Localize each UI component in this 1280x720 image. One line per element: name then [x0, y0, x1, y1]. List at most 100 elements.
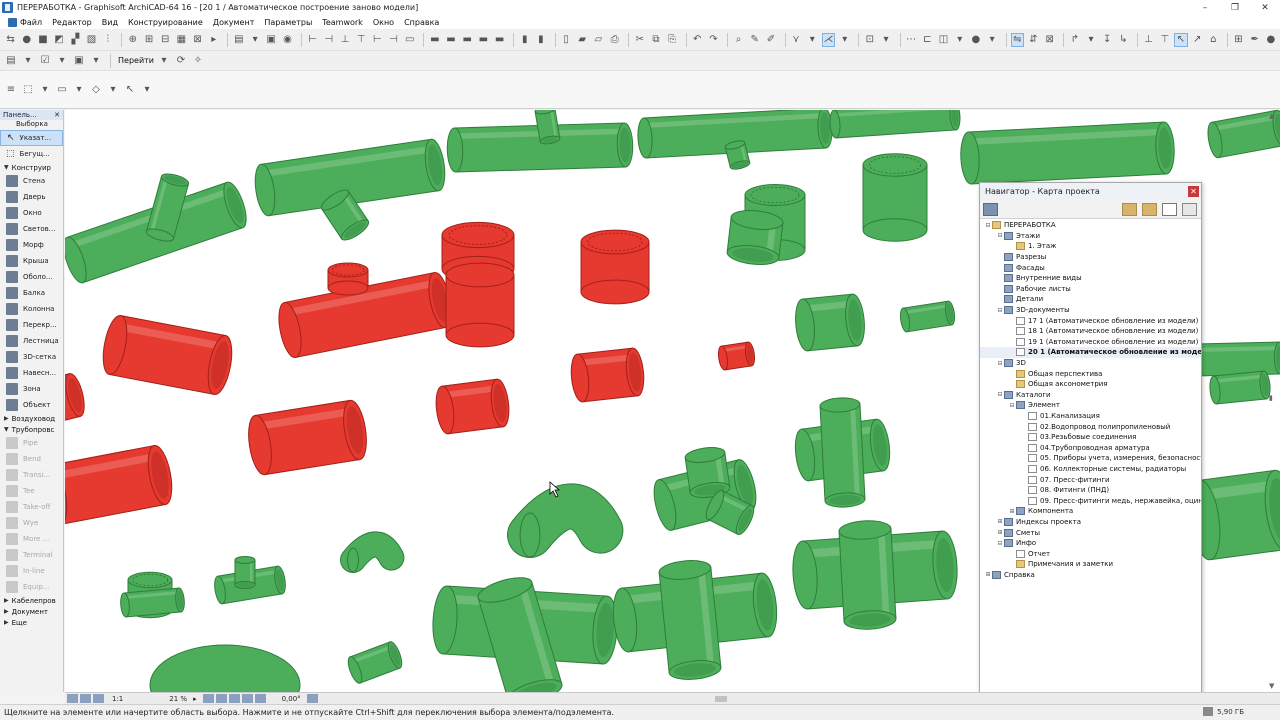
tree-expander-icon[interactable]: ⊟ [984, 222, 992, 229]
toolbar-tool-icon[interactable]: ● [1264, 33, 1277, 47]
minimize-button[interactable]: – [1190, 0, 1220, 15]
tree-item[interactable]: Рабочие листы [980, 284, 1201, 295]
tree-item[interactable]: 20 1 (Автоматическое обновление из моде [980, 347, 1201, 358]
fitting-cross-green[interactable] [791, 519, 960, 630]
toolbar-tool-icon[interactable]: ▬ [461, 33, 474, 47]
toolbar-tool-icon[interactable]: ▬ [477, 33, 490, 47]
zoom-arrow-icon[interactable]: ▸ [193, 695, 197, 703]
toolbar-tool-icon[interactable]: ⊢ [371, 33, 384, 47]
toolbar-tool-icon[interactable]: ◉ [281, 33, 294, 47]
toolbar-tool-icon[interactable]: ▤ [232, 33, 245, 47]
fitting-coupling-red[interactable] [245, 399, 370, 477]
toolbar-tool-icon[interactable]: ⧉ [649, 33, 662, 47]
close-button[interactable]: ✕ [1250, 0, 1280, 15]
marquee-tool[interactable]: ⬚ Бегущ... [0, 146, 63, 162]
toolbar-tool-icon[interactable]: ▦ [175, 33, 188, 47]
toolbar-tool-icon[interactable]: ▸ [207, 33, 220, 47]
toolbar-tool-icon[interactable]: ▧ [85, 33, 98, 47]
toolbar-tool-icon[interactable]: ⊕ [126, 33, 139, 47]
tree-item[interactable]: 07. Пресс-фитинги [980, 474, 1201, 485]
tree-item[interactable]: 03.Резьбовые соединения [980, 432, 1201, 443]
tree-item[interactable]: ⊟ Элемент [980, 400, 1201, 411]
design-tool-4[interactable]: Светов... [0, 221, 63, 237]
angle-value[interactable]: 0,00° [282, 695, 301, 703]
dropdown-arrow-icon[interactable]: ▾ [106, 83, 120, 97]
fitting-pipe-red[interactable] [65, 444, 176, 527]
design-tool-10[interactable]: Перекр... [0, 317, 63, 333]
tree-item[interactable]: 19 1 (Автоматическое обновление из модел… [980, 337, 1201, 348]
tree-expander-icon[interactable]: ⊟ [996, 540, 1004, 547]
toolbar-tool-icon[interactable]: ⋯ [905, 33, 918, 47]
pipe-tool-2[interactable]: Bend [0, 451, 63, 467]
scale-value[interactable]: 1:1 [112, 695, 123, 703]
toolbar-tool-icon[interactable]: ⋌ [821, 32, 836, 47]
toolbar-tool-icon[interactable]: ⇵ [1027, 33, 1040, 47]
tree-item[interactable]: ⊟ 3D [980, 358, 1201, 369]
tree-item[interactable]: 01.Канализация [980, 411, 1201, 422]
maximize-button[interactable]: ❐ [1220, 0, 1250, 15]
design-tool-1[interactable]: Стена [0, 173, 63, 189]
zoom-icon[interactable] [80, 694, 91, 703]
fitting-coupling-green[interactable] [793, 293, 866, 352]
fit-icon[interactable] [228, 694, 240, 703]
viewport-horizontal-scroll-thumb[interactable] [715, 696, 727, 702]
pipe-tool-5[interactable]: Take-off [0, 499, 63, 515]
toolbar-tool-icon[interactable]: ↳ [1117, 33, 1130, 47]
design-tool-9[interactable]: Колонна [0, 301, 63, 317]
orientation-icon[interactable] [93, 694, 104, 703]
menu-help[interactable]: Справка [404, 18, 439, 27]
menu-window[interactable]: Окно [373, 18, 394, 27]
toolbar-tool-icon[interactable]: ✂ [633, 33, 646, 47]
toolbar-tool-icon[interactable]: ▞ [69, 33, 82, 47]
cable-group-header[interactable]: ▶ Кабелепров [0, 595, 63, 606]
pipes-group-header[interactable]: ▼ Трубопровс [0, 424, 63, 435]
fitting-bend-red[interactable] [99, 314, 236, 397]
dropdown-arrow-icon[interactable]: ▾ [72, 83, 86, 97]
menu-file[interactable]: Файл [20, 18, 42, 27]
tree-item[interactable]: 05. Приборы учета, измерения, безопаснос… [980, 453, 1201, 464]
walk-icon[interactable]: ✧ [191, 54, 205, 68]
fit-in-window-icon[interactable] [67, 694, 78, 703]
design-tool-13[interactable]: Навесн... [0, 365, 63, 381]
tree-item[interactable]: ⊞ Индексы проекта [980, 517, 1201, 528]
document-group-header[interactable]: ▶ Документ [0, 606, 63, 617]
pipe-tool-9[interactable]: In-line [0, 563, 63, 579]
view-map-dropdown-icon[interactable] [983, 202, 998, 216]
design-tool-11[interactable]: Лестница [0, 333, 63, 349]
tree-item[interactable]: Внутренние виды [980, 273, 1201, 284]
toolbar-tool-icon[interactable]: ⊤ [355, 33, 368, 47]
pipe-tool-7[interactable]: More ... [0, 531, 63, 547]
toolbar-tool-icon[interactable]: ⇆ [4, 33, 17, 47]
toolbar-tool-icon[interactable]: ⎘ [666, 33, 679, 47]
tree-item[interactable]: ⊞ Компонента [980, 506, 1201, 517]
tree-expander-icon[interactable]: ⊞ [996, 529, 1004, 536]
toolbar-tool-icon[interactable]: ⊣ [322, 33, 335, 47]
tree-item[interactable]: 06. Коллекторные системы, радиаторы [980, 464, 1201, 475]
view-map-icon[interactable] [1142, 203, 1157, 216]
toolbar-tool-icon[interactable]: ▯ [559, 33, 572, 47]
fitting-tee-green[interactable] [65, 172, 251, 286]
tree-item[interactable]: Детали [980, 294, 1201, 305]
tree-item[interactable]: 09. Пресс-фитинги медь, нержавейка, оцин… [980, 495, 1201, 506]
fitting-cap-red[interactable] [580, 229, 650, 305]
menu-design[interactable]: Конструирование [128, 18, 203, 27]
tree-expander-icon[interactable]: ⊟ [996, 307, 1004, 314]
tree-item[interactable]: Разрезы [980, 252, 1201, 263]
toolbar-tool-icon[interactable]: ▾ [838, 33, 851, 47]
tree-item[interactable]: ⊟ Этажи [980, 231, 1201, 242]
toolbar-tool-icon[interactable]: ▾ [985, 33, 998, 47]
menu-view[interactable]: Вид [102, 18, 118, 27]
toolbar-tool-icon[interactable]: ⫶ [101, 33, 114, 47]
toolbar-tool-icon[interactable]: ⊟ [159, 33, 172, 47]
toolbar-tool-icon[interactable]: ↱ [1068, 33, 1081, 47]
menu-teamwork[interactable]: Teamwork [322, 18, 363, 27]
checkbox-icon[interactable]: ☑ [38, 54, 52, 68]
toolbar-tool-icon[interactable]: ● [20, 33, 33, 47]
design-tool-8[interactable]: Балка [0, 285, 63, 301]
toolbar-tool-icon[interactable]: ▬ [493, 33, 506, 47]
tree-item[interactable]: 18 1 (Автоматическое обновление из модел… [980, 326, 1201, 337]
tree-item[interactable]: Примечания и заметки [980, 559, 1201, 570]
fitting-coupling-green[interactable] [899, 300, 956, 333]
rotate-view-icon[interactable] [254, 694, 266, 703]
marquee-rect-icon[interactable]: ▭ [55, 83, 69, 97]
